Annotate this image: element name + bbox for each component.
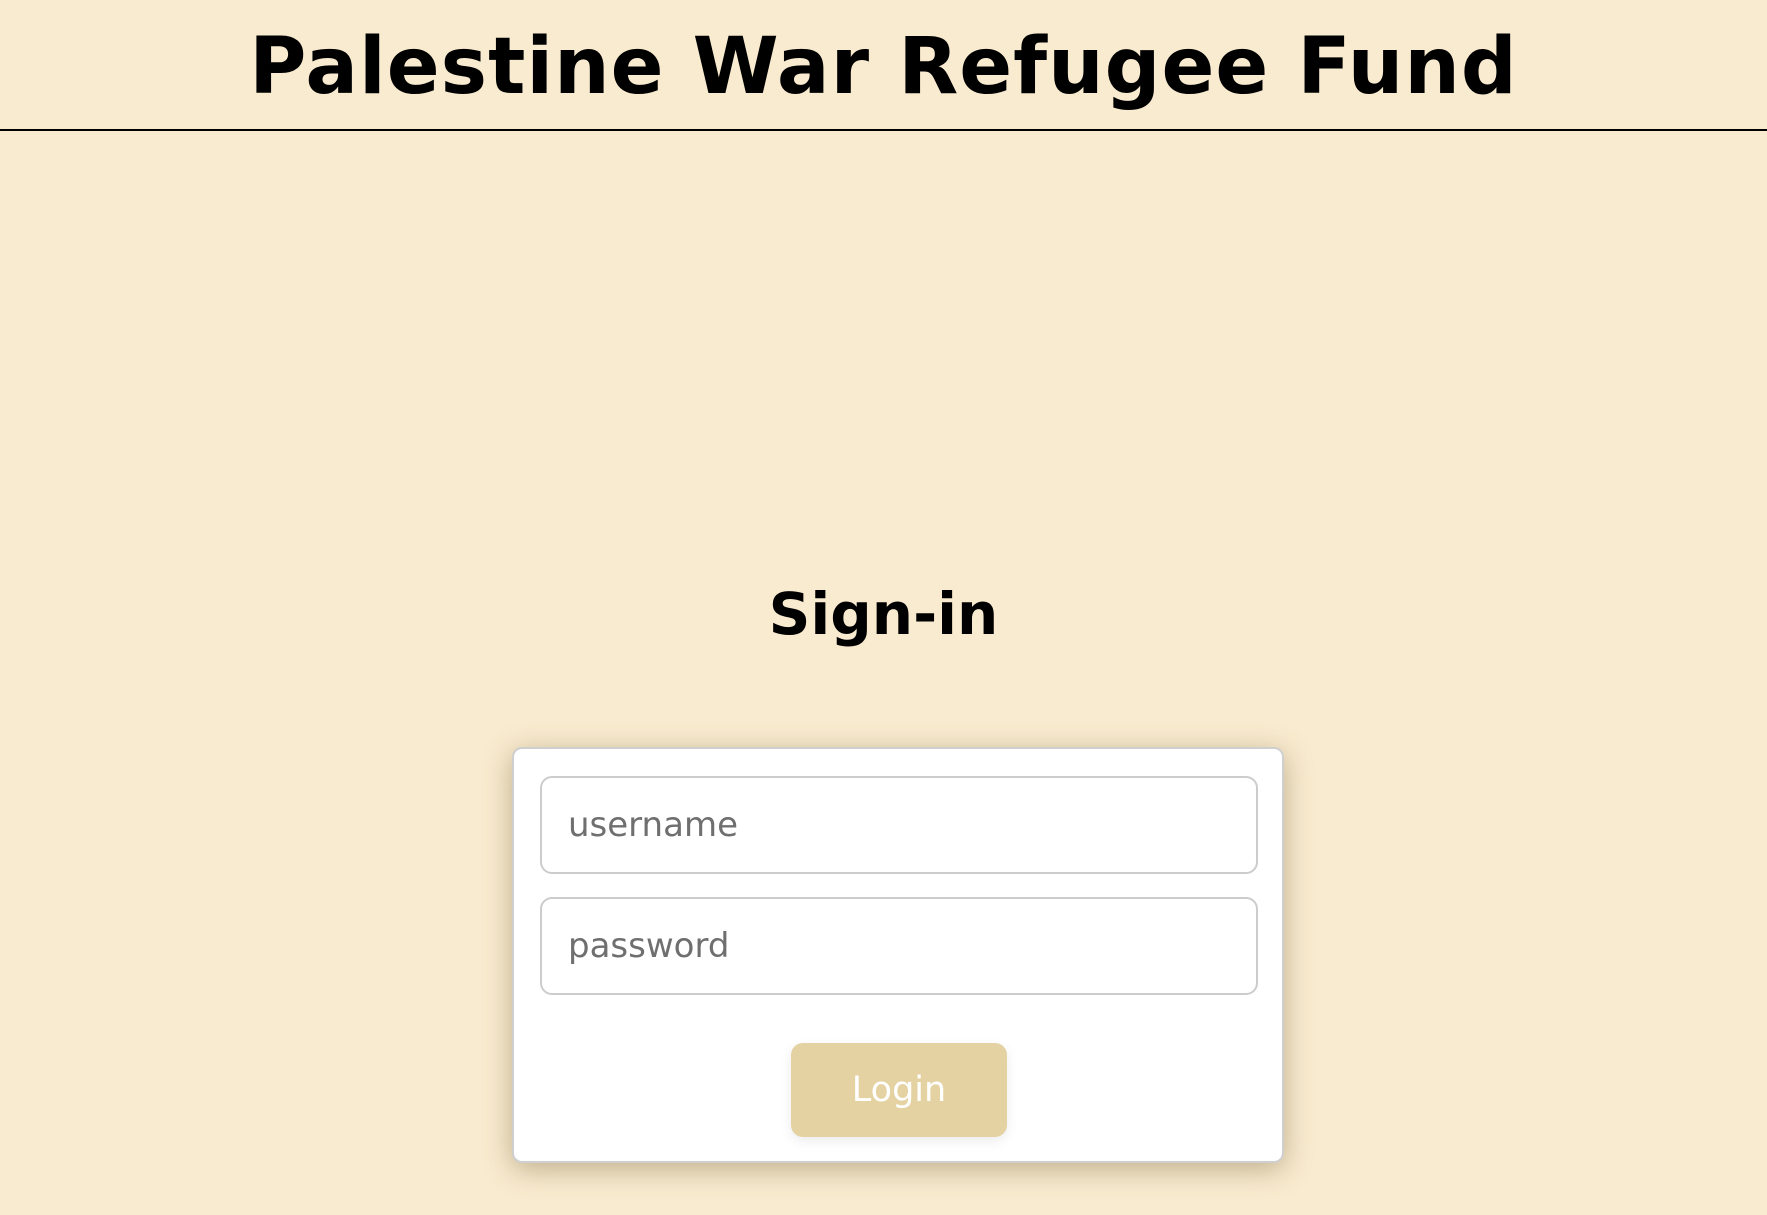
login-form: Login xyxy=(512,747,1284,1163)
login-button[interactable]: Login xyxy=(791,1043,1007,1137)
password-input[interactable] xyxy=(540,897,1258,995)
signin-heading: Sign-in xyxy=(768,580,999,648)
site-title: Palestine War Refugee Fund xyxy=(249,21,1518,112)
site-header: Palestine War Refugee Fund xyxy=(0,0,1767,131)
username-input[interactable] xyxy=(540,776,1258,874)
